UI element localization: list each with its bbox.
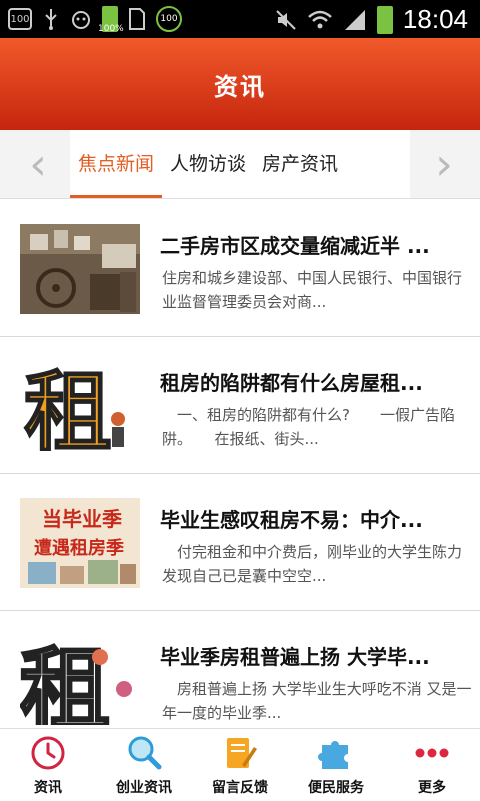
- nav-item-news[interactable]: 资讯: [0, 729, 96, 801]
- puzzle-icon: [316, 735, 356, 771]
- news-thumbnail: 租: [20, 361, 140, 451]
- tab-interviews[interactable]: 人物访谈: [162, 130, 254, 198]
- circle-100-icon: 100: [156, 6, 182, 32]
- news-title: 毕业生感叹租房不易：中介...: [160, 508, 423, 532]
- nav-label: 留言反馈: [212, 780, 268, 796]
- news-list: 二手房市区成交量缩减近半 ... 住房和城乡建设部、中国人民银行、中国银行业监督…: [0, 200, 480, 748]
- nav-item-startup-news[interactable]: 创业资讯: [96, 729, 192, 801]
- tab-bar: ‹ 焦点新闻 人物访谈 房产资讯 ›: [0, 130, 480, 199]
- news-thumbnail: 租: [20, 635, 140, 725]
- clock-icon: [28, 735, 68, 771]
- mute-icon: [276, 9, 296, 30]
- nav-label: 更多: [418, 780, 446, 796]
- battery-icon: [376, 5, 393, 34]
- bottom-nav: 资讯 创业资讯 留言反馈 便民服务 更多: [0, 728, 480, 801]
- clock-time: 18:04: [402, 4, 468, 34]
- news-summary: 住房和城乡建设部、中国人民银行、中国银行业监督管理委员会对商...: [162, 269, 463, 311]
- sim-icon: [129, 8, 145, 30]
- tabs-container: 焦点新闻 人物访谈 房产资讯: [70, 130, 410, 198]
- svg-text:租: 租: [24, 361, 112, 451]
- news-title: 租房的陷阱都有什么房屋租...: [160, 371, 423, 395]
- title-bar: 资讯: [0, 38, 480, 130]
- news-item[interactable]: 租 租房的陷阱都有什么房屋租... 一、租房的陷阱都有什么? 一假广告陷阱。 在…: [0, 337, 480, 474]
- news-summary: 一、租房的陷阱都有什么? 一假广告陷阱。 在报纸、街头...: [162, 406, 455, 448]
- svg-text:遭遇租房季: 遭遇租房季: [34, 537, 124, 559]
- magnifier-icon: [124, 735, 164, 771]
- nav-label: 便民服务: [308, 780, 364, 796]
- nav-item-feedback[interactable]: 留言反馈: [192, 729, 288, 801]
- news-summary: 付完租金和中介费后，刚毕业的大学生陈力发现自己已是囊中空空...: [162, 543, 463, 585]
- nav-item-services[interactable]: 便民服务: [288, 729, 384, 801]
- more-dots-icon: [412, 735, 452, 771]
- storage-100-icon: 100: [8, 8, 32, 30]
- nav-label: 资讯: [34, 780, 62, 796]
- usb-icon: [45, 9, 57, 30]
- page-title: 资讯: [214, 72, 266, 101]
- news-thumbnail: [20, 224, 140, 314]
- nav-label: 创业资讯: [116, 780, 172, 796]
- tab-next-arrow-icon[interactable]: ›: [412, 130, 476, 198]
- news-thumbnail: 当毕业季 遭遇租房季: [20, 498, 140, 588]
- tab-real-estate-news[interactable]: 房产资讯: [254, 130, 346, 198]
- status-bar: 100 100% 100 18:04: [0, 0, 480, 38]
- cat-icon: [72, 11, 90, 29]
- news-item[interactable]: 二手房市区成交量缩减近半 ... 住房和城乡建设部、中国人民银行、中国银行业监督…: [0, 200, 480, 337]
- nav-item-more[interactable]: 更多: [384, 729, 480, 801]
- pencil-note-icon: [220, 735, 260, 771]
- news-item[interactable]: 当毕业季 遭遇租房季 毕业生感叹租房不易：中介... 付完租金和中介费后，刚毕业…: [0, 474, 480, 611]
- svg-text:当毕业季: 当毕业季: [42, 507, 122, 531]
- news-summary: 房租普遍上扬 大学毕业生大呼吃不消 又是一年一度的毕业季...: [162, 680, 472, 722]
- news-title: 毕业季房租普遍上扬 大学毕...: [160, 645, 430, 669]
- tab-focus-news[interactable]: 焦点新闻: [70, 130, 163, 198]
- battery-small-icon: 100%: [98, 6, 124, 34]
- tab-prev-arrow-icon[interactable]: ‹: [6, 130, 70, 198]
- wifi-icon: [308, 10, 332, 28]
- news-title: 二手房市区成交量缩减近半 ...: [160, 234, 430, 258]
- signal-icon: [344, 9, 365, 30]
